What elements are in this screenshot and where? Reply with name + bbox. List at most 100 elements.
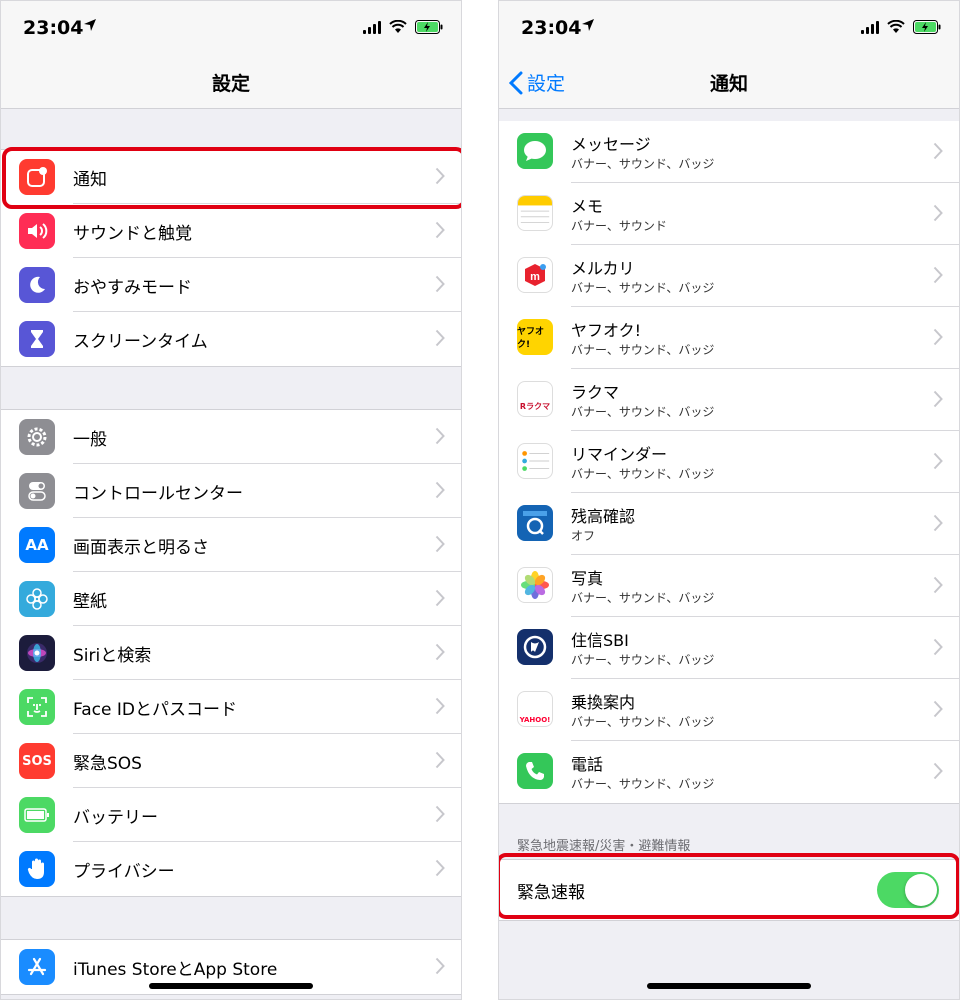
settings-item-sounds[interactable]: サウンドと触覚 [1, 204, 461, 258]
wifi-icon [887, 20, 905, 33]
chevron-right-icon [933, 452, 943, 470]
settings-item-screen-time[interactable]: スクリーンタイム [1, 312, 461, 366]
settings-item-face-id[interactable]: Face IDとパスコード [1, 680, 461, 734]
battery-charging-icon [415, 20, 443, 34]
app-notification-summary: バナー、サウンド [571, 219, 667, 233]
battery-charging-icon [913, 20, 941, 34]
chevron-right-icon [435, 697, 445, 715]
settings-item-privacy[interactable]: プライバシー [1, 842, 461, 896]
app-name: メッセージ [571, 135, 651, 154]
cellular-signal-icon [363, 20, 381, 34]
app-row-sbi[interactable]: 住信SBI バナー、サウンド、バッジ [499, 617, 959, 679]
chevron-right-icon [933, 142, 943, 160]
chevron-right-icon [933, 638, 943, 656]
speaker-icon [19, 213, 55, 249]
chevron-right-icon [933, 576, 943, 594]
settings-item-siri[interactable]: Siriと検索 [1, 626, 461, 680]
chevron-right-icon [933, 700, 943, 718]
settings-item-label: 緊急SOS [73, 753, 142, 774]
settings-item-label: 一般 [73, 429, 107, 450]
sbi-icon [517, 629, 553, 665]
chevron-right-icon [435, 751, 445, 769]
app-row-notes[interactable]: メモ バナー、サウンド [499, 183, 959, 245]
page-title: 設定 [211, 73, 250, 95]
settings-item-label: おやすみモード [73, 277, 192, 298]
app-name: 電話 [571, 755, 604, 774]
chevron-right-icon [933, 390, 943, 408]
chevron-right-icon [933, 266, 943, 284]
app-row-photos[interactable]: 写真 バナー、サウンド、バッジ [499, 555, 959, 617]
settings-item-emergency-sos[interactable]: SOS 緊急SOS [1, 734, 461, 788]
settings-item-label: Face IDとパスコード [73, 699, 237, 720]
flower-icon [19, 581, 55, 617]
chevron-right-icon [435, 427, 445, 445]
status-bar: 23:04 [499, 1, 959, 57]
chevron-right-icon [933, 328, 943, 346]
chevron-right-icon [435, 481, 445, 499]
moon-icon [19, 267, 55, 303]
settings-group-2: 一般 コントロールセンター AA 画面表示と明るさ 壁紙 Siriと検索 Fac… [1, 409, 461, 897]
status-time: 23:04 [521, 17, 582, 39]
app-row-messages[interactable]: メッセージ バナー、サウンド、バッジ [499, 121, 959, 183]
settings-item-battery[interactable]: バッテリー [1, 788, 461, 842]
app-notification-list: メッセージ バナー、サウンド、バッジ メモ バナー、サウンド m メルカリ バナ… [499, 121, 959, 804]
app-notification-summary: バナー、サウンド、バッジ [571, 157, 715, 171]
settings-item-label: スクリーンタイム [73, 331, 208, 352]
settings-item-display[interactable]: AA 画面表示と明るさ [1, 518, 461, 572]
text-size-icon: AA [19, 527, 55, 563]
app-notification-summary: バナー、サウンド、バッジ [571, 653, 715, 667]
app-row-phone[interactable]: 電話 バナー、サウンド、バッジ [499, 741, 959, 803]
app-row-reminders[interactable]: リマインダー バナー、サウンド、バッジ [499, 431, 959, 493]
app-name: リマインダー [571, 445, 668, 464]
home-indicator [647, 983, 811, 989]
gear-icon [19, 419, 55, 455]
rakuma-icon: Rラクマ [517, 381, 553, 417]
settings-item-label: サウンドと触覚 [73, 223, 192, 244]
chevron-right-icon [435, 805, 445, 823]
app-name: メモ [571, 197, 604, 216]
chevron-right-icon [435, 535, 445, 553]
train-icon: YAHOO! [517, 691, 553, 727]
settings-item-label: Siriと検索 [73, 645, 152, 666]
app-row-yahuoku[interactable]: ヤフオク! ヤフオク! バナー、サウンド、バッジ [499, 307, 959, 369]
chevron-right-icon [435, 957, 445, 975]
app-store-icon [19, 949, 55, 985]
app-row-transit[interactable]: YAHOO! 乗換案内 バナー、サウンド、バッジ [499, 679, 959, 741]
cellular-signal-icon [861, 20, 879, 34]
chevron-right-icon [933, 204, 943, 222]
app-name: 乗換案内 [571, 693, 636, 712]
settings-item-label: バッテリー [73, 807, 158, 828]
settings-item-do-not-disturb[interactable]: おやすみモード [1, 258, 461, 312]
settings-item-control-center[interactable]: コントロールセンター [1, 464, 461, 518]
sos-icon: SOS [19, 743, 55, 779]
reminders-icon [517, 443, 553, 479]
app-row-mercari[interactable]: m メルカリ バナー、サウンド、バッジ [499, 245, 959, 307]
app-name: 残高確認 [571, 507, 636, 526]
balance-icon [517, 505, 553, 541]
settings-item-label: 画面表示と明るさ [73, 537, 209, 558]
app-row-balance[interactable]: 残高確認 オフ [499, 493, 959, 555]
status-bar: 23:04 [1, 1, 461, 57]
highlight-box [2, 147, 461, 209]
location-arrow-icon [84, 19, 96, 31]
app-notification-summary: オフ [571, 529, 596, 543]
page-title: 通知 [709, 73, 748, 95]
svg-text:m: m [530, 271, 540, 283]
settings-item-wallpaper[interactable]: 壁紙 [1, 572, 461, 626]
app-notification-summary: バナー、サウンド、バッジ [571, 591, 715, 605]
app-name: メルカリ [571, 259, 635, 278]
app-name: 写真 [571, 569, 604, 588]
settings-item-general[interactable]: 一般 [1, 410, 461, 464]
app-notification-summary: バナー、サウンド、バッジ [571, 467, 715, 481]
wifi-icon [389, 20, 407, 33]
status-time: 23:04 [23, 17, 84, 39]
app-notification-summary: バナー、サウンド、バッジ [571, 281, 715, 295]
settings-item-label: 壁紙 [73, 591, 107, 612]
hourglass-icon [19, 321, 55, 357]
battery-icon [19, 797, 55, 833]
hand-icon [19, 851, 55, 887]
nav-bar: 設定 通知 [499, 57, 959, 109]
chevron-right-icon [435, 329, 445, 347]
app-row-rakuma[interactable]: Rラクマ ラクマ バナー、サウンド、バッジ [499, 369, 959, 431]
photos-icon [517, 567, 553, 603]
